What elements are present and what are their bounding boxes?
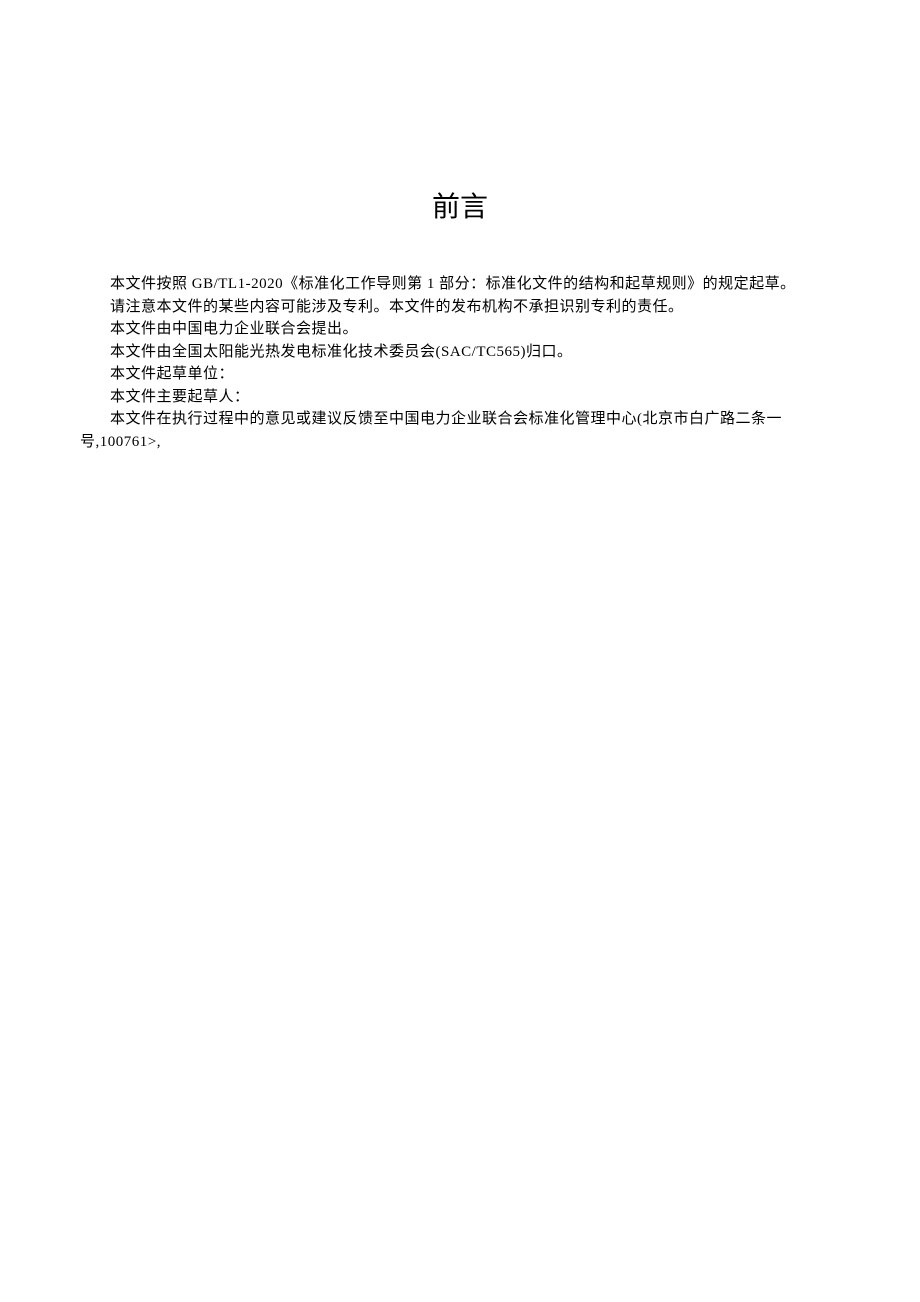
foreword-paragraph-3: 本文件由中国电力企业联合会提出。 [80, 318, 840, 341]
foreword-paragraph-5: 本文件起草单位： [80, 363, 840, 386]
foreword-paragraph-7: 本文件在执行过程中的意见或建议反馈至中国电力企业联合会标准化管理中心(北京市白广… [80, 408, 840, 431]
foreword-paragraph-2: 请注意本文件的某些内容可能涉及专利。本文件的发布机构不承担识别专利的责任。 [80, 296, 840, 319]
foreword-paragraph-6: 本文件主要起草人： [80, 386, 840, 409]
foreword-paragraph-4: 本文件由全国太阳能光热发电标准化技术委员会(SAC/TC565)归口。 [80, 341, 840, 364]
document-page: 前言 本文件按照 GB/TL1-2020《标准化工作导则第 1 部分：标准化文件… [0, 0, 920, 453]
foreword-paragraph-1: 本文件按照 GB/TL1-2020《标准化工作导则第 1 部分：标准化文件的结构… [80, 273, 840, 296]
page-title: 前言 [80, 185, 840, 225]
foreword-paragraph-7-continuation: 号,100761>, [80, 431, 840, 454]
